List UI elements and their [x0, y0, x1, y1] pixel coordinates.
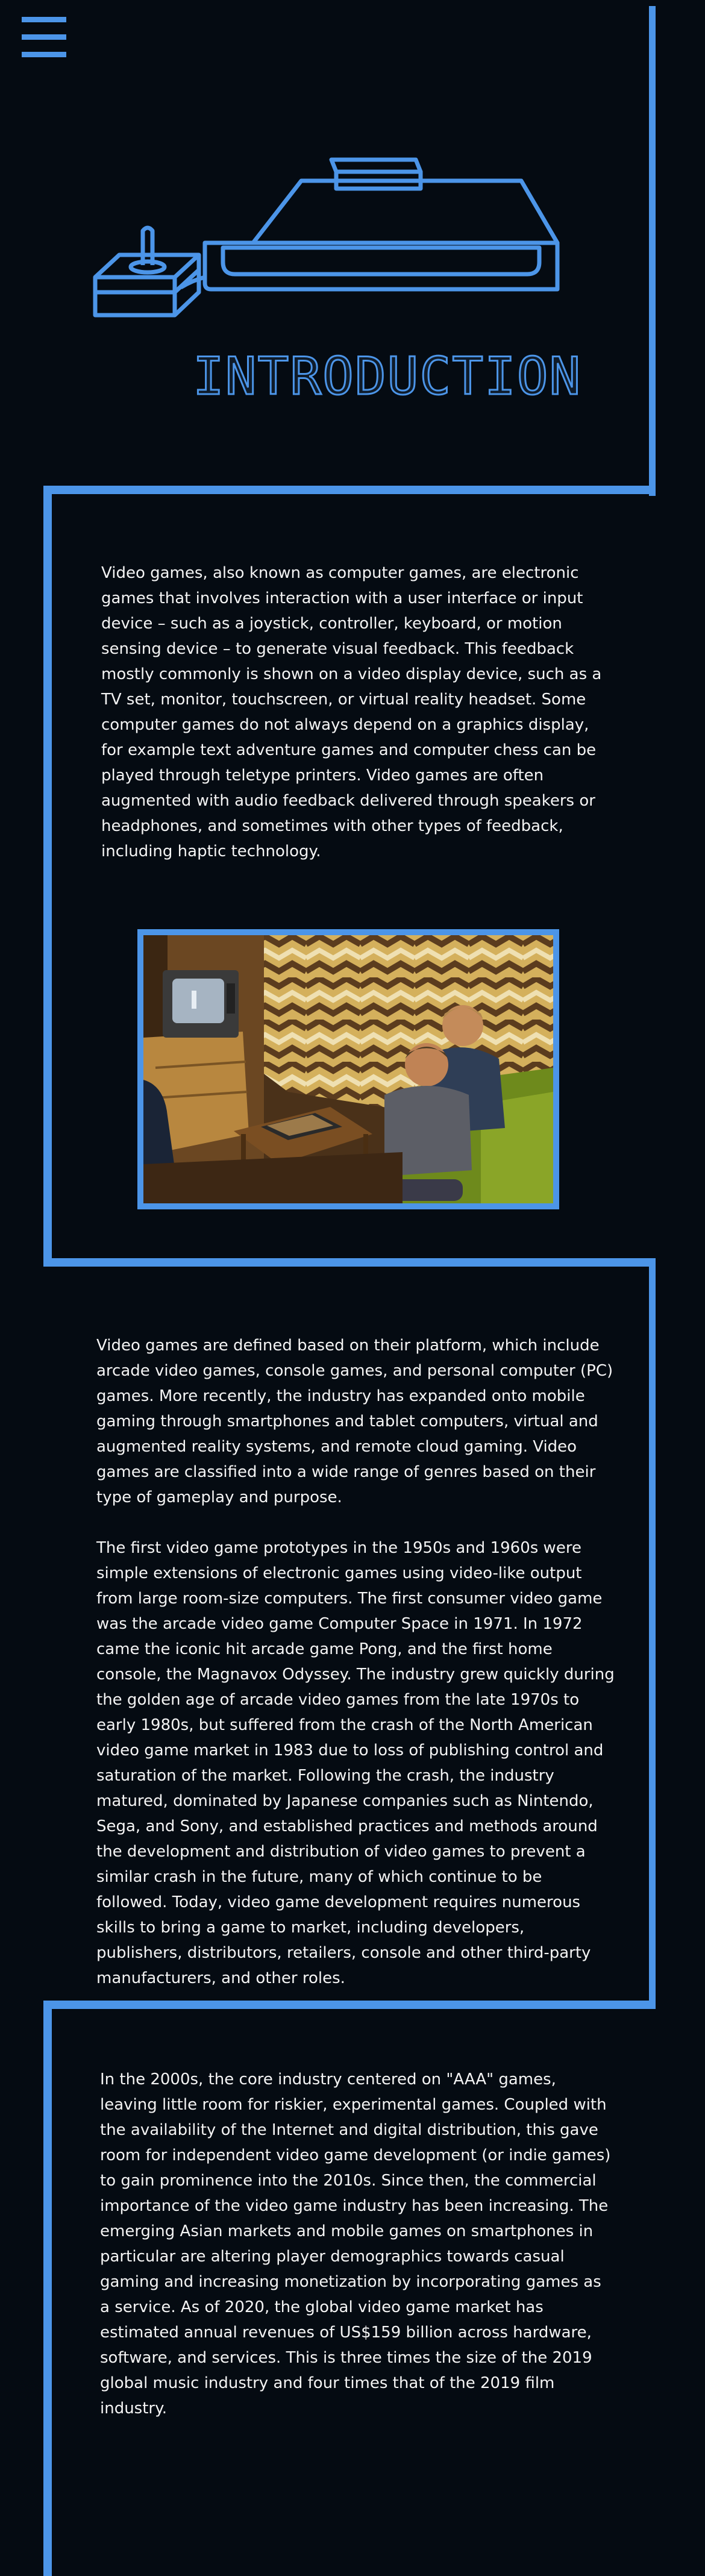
frame-line: [649, 6, 656, 496]
intro-paragraph: Video games, also known as computer game…: [101, 564, 602, 860]
joystick-collar: [128, 259, 167, 275]
console-body: [202, 240, 560, 292]
retro-console-joystick-icon: [93, 157, 560, 318]
menu-bar-top: [22, 17, 66, 22]
frame-line: [43, 2001, 656, 2009]
frame-line: [43, 486, 52, 1267]
platforms-paragraph: Video games are defined based on their p…: [96, 1337, 613, 1506]
history-paragraph: The first video game prototypes in the 1…: [96, 1539, 615, 1987]
frame-line: [649, 1258, 656, 2009]
frame-line: [43, 2001, 52, 2576]
industry-paragraph: In the 2000s, the core industry centered…: [100, 2070, 611, 2418]
hamburger-menu-button[interactable]: [22, 17, 66, 58]
children-playing-retro-console-photo: [143, 935, 553, 1203]
menu-bar-middle: [22, 34, 66, 40]
frame-line: [43, 486, 656, 494]
menu-bar-bottom: [22, 52, 66, 57]
retro-gaming-photo: [137, 929, 559, 1209]
page-title: INTRODUCTION: [192, 346, 582, 407]
console-panel: [221, 245, 542, 277]
frame-line: [43, 1258, 656, 1267]
